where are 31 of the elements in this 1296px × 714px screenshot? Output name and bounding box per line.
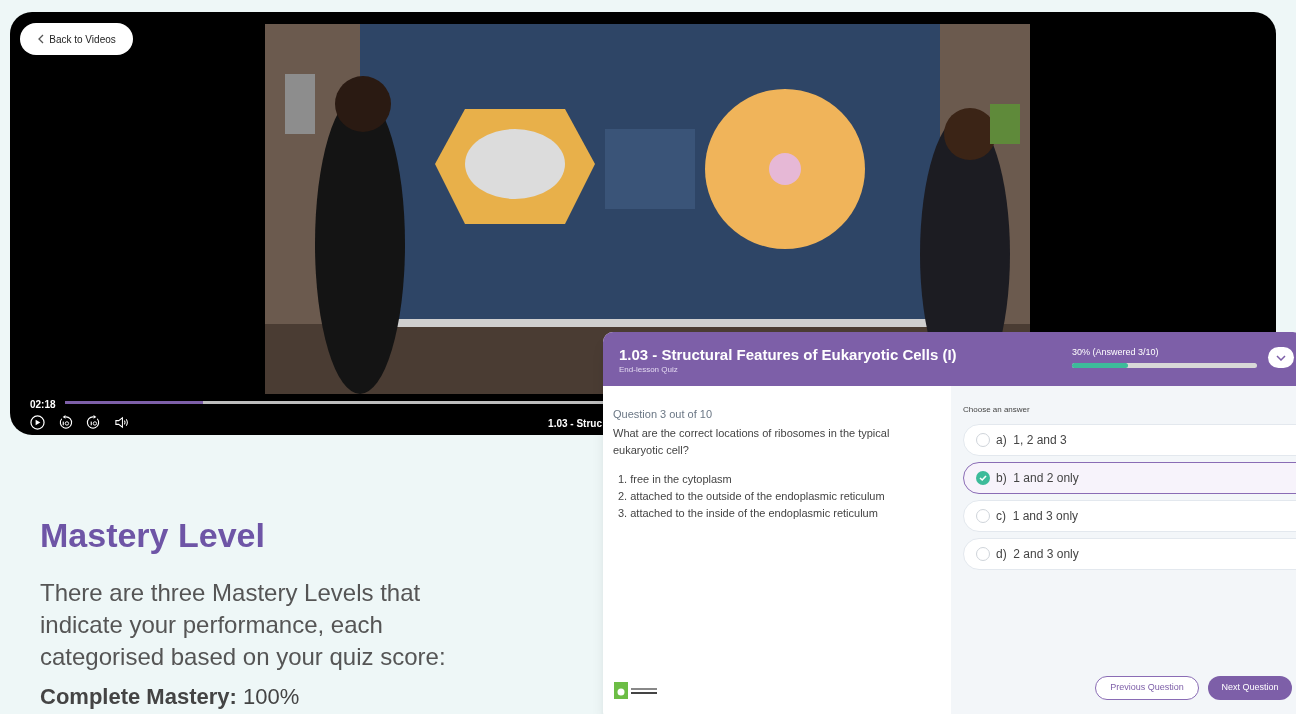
section-heading: Mastery Level — [40, 515, 265, 556]
answers-label: Choose an answer — [963, 404, 1031, 416]
statement-item: 3. attached to the inside of the endoplasmic reticulum — [617, 505, 879, 521]
volume-icon[interactable] — [114, 415, 129, 430]
question-text: What are the correct locations of ribosomes in the typical eukaryotic cell? — [613, 425, 891, 458]
answer-option[interactable]: c) 1 and 3 only — [963, 500, 1296, 532]
statement-item: 1. free in the cytoplasm — [617, 471, 733, 487]
answer-option[interactable]: d) 2 and 3 only — [963, 538, 1296, 570]
back-button[interactable]: Back to Videos — [20, 23, 133, 55]
chevron-down-icon — [1276, 354, 1286, 361]
progress-label: 30% (Answered 3/10) — [1072, 346, 1159, 359]
logo-icon — [614, 682, 659, 700]
forward-icon[interactable] — [86, 415, 101, 430]
previous-question-button[interactable]: Previous Question — [1095, 676, 1199, 700]
statement-item: 2. attached to the outside of the endoplasmic reticulum — [617, 488, 886, 504]
play-icon[interactable] — [30, 415, 45, 430]
chevron-left-icon — [37, 34, 46, 44]
video-time: 02:18 — [30, 398, 56, 412]
progress-track[interactable] — [65, 401, 603, 404]
next-question-button[interactable]: Next Question — [1208, 676, 1292, 700]
question-counter: Question 3 out of 10 — [613, 407, 714, 422]
collapse-button[interactable] — [1268, 347, 1294, 368]
video-title: 1.03 - Struc — [548, 417, 602, 431]
rewind-icon[interactable] — [58, 415, 73, 430]
answer-option[interactable]: a) 1, 2 and 3 — [963, 424, 1296, 456]
answer-option[interactable]: b) 1 and 2 only — [963, 462, 1296, 494]
quiz-subtitle: End-lesson Quiz — [619, 364, 678, 376]
quiz-title: 1.03 - Structural Features of Eukaryotic Cells (I) — [619, 345, 957, 365]
section-paragraph: There are three Mastery Levels that indicate your performance, each categorised based on your quiz score: — [40, 578, 447, 672]
mastery-level-text: Complete Mastery: 100% — [40, 684, 300, 710]
check-circle-icon — [976, 471, 990, 485]
